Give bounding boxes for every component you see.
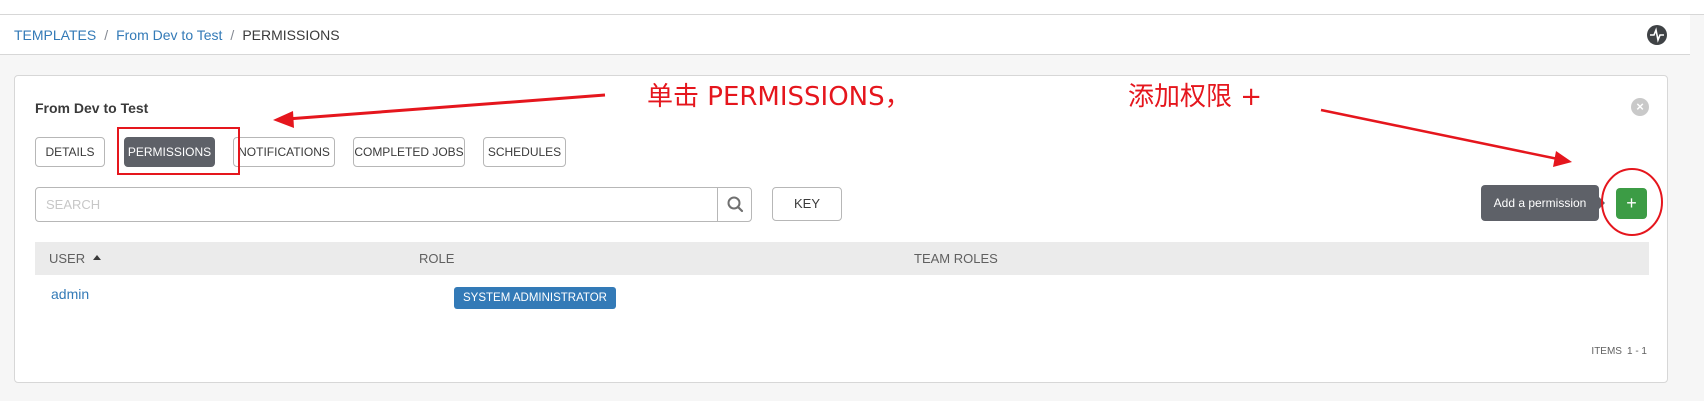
- annotation-overlay: [273, 93, 1663, 236]
- arrow-to-add-button: [1320, 108, 1559, 161]
- arrowhead-add-button: [1553, 151, 1572, 167]
- arrow-to-permissions-tab: [286, 93, 606, 121]
- arrowhead-permissions: [273, 111, 294, 128]
- highlight-circle-add-button: [1601, 168, 1663, 236]
